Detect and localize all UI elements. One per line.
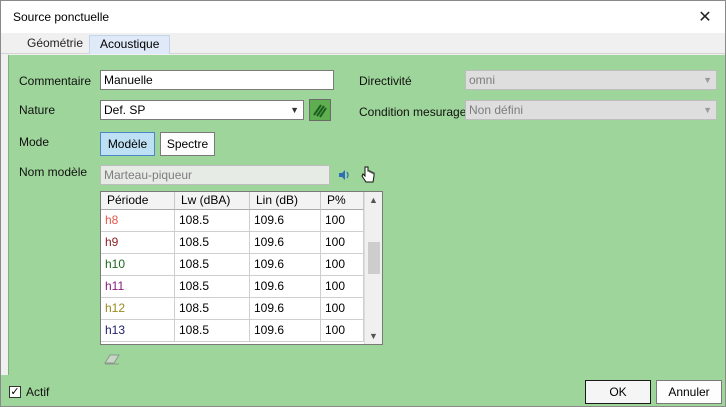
cell-lw[interactable]: 108.5 [175, 232, 250, 254]
cell-p[interactable]: 100 [321, 320, 364, 342]
nom-modele-label: Nom modèle [19, 165, 88, 179]
condition-select: Non défini ▼ [465, 100, 717, 120]
actif-label: Actif [26, 385, 50, 399]
cell-lw[interactable]: 108.5 [175, 254, 250, 276]
nature-value: Def. SP [104, 103, 146, 117]
dropdown-caret-icon: ▼ [703, 105, 712, 115]
cell-lin[interactable]: 109.6 [250, 210, 321, 232]
column-header-lin[interactable]: Lin (dB) [250, 192, 321, 210]
commentaire-input[interactable]: Manuelle [100, 70, 334, 90]
cell-lin[interactable]: 109.6 [250, 298, 321, 320]
cell-p[interactable]: 100 [321, 254, 364, 276]
nature-edit-icon[interactable] [309, 99, 331, 121]
cell-lw[interactable]: 108.5 [175, 298, 250, 320]
cell-lw[interactable]: 108.5 [175, 210, 250, 232]
tab-bar: Géométrie Acoustique [1, 33, 725, 54]
title-bar: Source ponctuelle ✕ [1, 1, 725, 33]
cell-lin[interactable]: 109.6 [250, 276, 321, 298]
scroll-up-icon[interactable]: ▲ [365, 192, 382, 208]
scroll-down-icon[interactable]: ▼ [365, 328, 382, 344]
cell-lin[interactable]: 109.6 [250, 232, 321, 254]
mode-label: Mode [19, 135, 50, 149]
eraser-icon[interactable] [104, 353, 120, 368]
cell-periode[interactable]: h8 [101, 210, 175, 232]
cell-p[interactable]: 100 [321, 276, 364, 298]
close-icon[interactable]: ✕ [685, 1, 725, 33]
cell-periode[interactable]: h12 [101, 298, 175, 320]
hand-cursor-icon [361, 166, 375, 187]
mode-spectre-button[interactable]: Spectre [160, 132, 215, 156]
periode-table: Période Lw (dBA) Lin (dB) P% h8 108.5 109.… [100, 191, 383, 345]
condition-value: Non défini [469, 103, 524, 117]
column-header-lw[interactable]: Lw (dBA) [175, 192, 250, 210]
checkbox-check-icon: ✓ [10, 386, 20, 398]
directivite-select: omni ▼ [465, 70, 717, 90]
nom-modele-field: Marteau-piqueur [100, 165, 330, 185]
directivite-value: omni [469, 73, 496, 87]
mode-modele-button[interactable]: Modèle [100, 132, 155, 156]
window-title: Source ponctuelle [13, 10, 110, 24]
column-header-p[interactable]: P% [321, 192, 364, 210]
dialog-window: Source ponctuelle ✕ Géométrie Acoustique… [0, 0, 726, 407]
nature-select[interactable]: Def. SP ▼ [100, 100, 304, 120]
cell-lin[interactable]: 109.6 [250, 320, 321, 342]
commentaire-label: Commentaire [19, 74, 92, 88]
cell-p[interactable]: 100 [321, 210, 364, 232]
cell-p[interactable]: 100 [321, 232, 364, 254]
tab-geometrie[interactable]: Géométrie [17, 35, 93, 54]
cell-periode[interactable]: h10 [101, 254, 175, 276]
tab-acoustique[interactable]: Acoustique [89, 35, 171, 54]
condition-label: Condition mesurage [359, 105, 467, 119]
cell-periode[interactable]: h11 [101, 276, 175, 298]
nature-label: Nature [19, 103, 56, 117]
cell-periode[interactable]: h9 [101, 232, 175, 254]
actif-checkbox[interactable]: ✓ [9, 386, 21, 398]
dropdown-caret-icon[interactable]: ▼ [290, 101, 299, 119]
speaker-icon[interactable] [337, 168, 351, 185]
directivite-label: Directivité [359, 74, 412, 88]
scroll-thumb[interactable] [368, 242, 380, 274]
cell-p[interactable]: 100 [321, 298, 364, 320]
cell-lw[interactable]: 108.5 [175, 276, 250, 298]
ok-button[interactable]: OK [585, 380, 651, 404]
table-scrollbar[interactable]: ▲ ▼ [364, 192, 382, 344]
cell-lw[interactable]: 108.5 [175, 320, 250, 342]
cancel-button[interactable]: Annuler [656, 380, 722, 404]
cell-periode[interactable]: h13 [101, 320, 175, 342]
dropdown-caret-icon: ▼ [703, 75, 712, 85]
column-header-periode[interactable]: Période [101, 192, 175, 210]
cell-lin[interactable]: 109.6 [250, 254, 321, 276]
